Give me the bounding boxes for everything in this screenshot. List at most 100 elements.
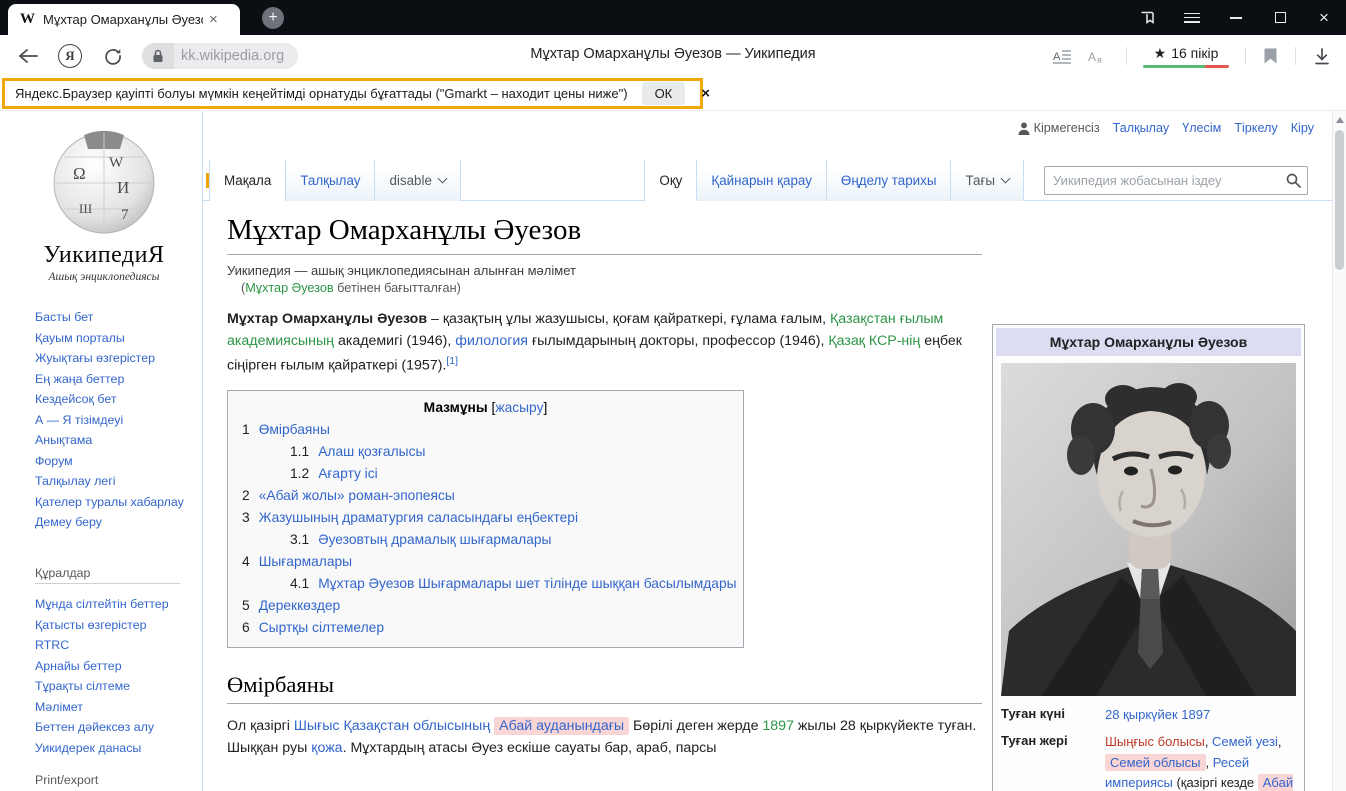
toc-item[interactable]: 6Сыртқы сілтемелер [242, 620, 743, 635]
ok-button[interactable]: ОК [642, 82, 686, 105]
toc-item[interactable]: 4Шығармалары [242, 554, 743, 569]
search-input[interactable] [1053, 173, 1286, 188]
sidebar-link[interactable]: Қатысты өзгерістер [35, 615, 200, 636]
extension-blocked-notification: Яндекс.Браузер қауіпті болуы мүмкін кеңе… [2, 78, 703, 109]
sidebar-link[interactable]: А — Я тізімдеуі [35, 410, 195, 431]
lock-icon[interactable] [142, 43, 174, 69]
link[interactable]: Шығыс Қазақстан облысының [294, 718, 490, 734]
yandex-logo-icon[interactable]: Я [58, 44, 82, 68]
window-controls: × [1126, 0, 1346, 35]
rating-bar [1143, 65, 1229, 68]
sidebar-link[interactable]: Басты бет [35, 307, 195, 328]
page-title-toolbar: Мұхтар Омарханұлы Әуезов — Уикипедия [530, 46, 815, 62]
link[interactable]: жасыру [495, 400, 543, 415]
tab-view-source[interactable]: Қайнарын қарау [696, 160, 826, 201]
sidebar-link[interactable]: Талқылау легі [35, 471, 195, 492]
toc-link[interactable]: «Абай жолы» роман-эпопеясы [259, 488, 455, 503]
toc-link[interactable]: Дереккөздер [259, 598, 341, 613]
link[interactable]: Семей облысы [1105, 754, 1206, 771]
toc-link[interactable]: Әуезовтың драмалық шығармалары [318, 532, 551, 547]
translate-icon[interactable]: Aя [1080, 48, 1116, 64]
browser-tab[interactable]: W Мұхтар Омарханұлы Әуезов × [8, 4, 240, 35]
toc-item[interactable]: 1.1Алаш қозғалысы [290, 444, 743, 459]
link[interactable]: филология [455, 333, 528, 349]
link[interactable]: Абай ауданындағы [494, 717, 629, 735]
link[interactable]: Шыңғыс болысы [1105, 734, 1205, 749]
link[interactable]: Мұхтар Әуезов [245, 281, 333, 295]
scrollbar-up-arrow[interactable] [1336, 117, 1344, 123]
reader-mode-icon[interactable]: A [1045, 48, 1080, 64]
search-icon[interactable] [1286, 173, 1301, 188]
sidebar-link[interactable]: Қателер туралы хабарлау [35, 492, 195, 513]
link[interactable]: 1897 [762, 718, 794, 734]
sidebar-link[interactable]: Демеу беру [35, 512, 195, 533]
sidebar-tools-heading: Құралдар [35, 566, 180, 584]
sidebar-link[interactable]: Форум [35, 451, 195, 472]
section-heading: Өмірбаяны [227, 672, 982, 704]
tab-disable-dropdown[interactable]: disable [374, 160, 460, 201]
toc-item[interactable]: 3 Жазушының драматургия саласындағы еңбек… [242, 510, 743, 525]
toc-item[interactable]: 2«Абай жолы» роман-эпопеясы [242, 488, 743, 503]
tab-more-dropdown[interactable]: Тағы [950, 160, 1024, 201]
link[interactable]: Қазақ КСР-нің [828, 333, 920, 349]
toc-link[interactable]: Жазушының драматургия саласындағы еңбект… [259, 510, 578, 525]
sidebar-link[interactable]: Анықтама [35, 430, 195, 451]
sidebar-link[interactable]: Тұрақты сілтеме [35, 676, 200, 697]
scrollbar[interactable] [1332, 111, 1346, 791]
tabs-panel-icon[interactable] [1126, 0, 1170, 35]
portrait-photo[interactable] [1001, 363, 1296, 696]
sidebar-link[interactable]: Мәлімет [35, 697, 200, 718]
sidebar-link[interactable]: Кездейсоқ бет [35, 389, 195, 410]
toc-number: 3 [242, 510, 250, 525]
new-tab-button[interactable]: + [262, 7, 284, 29]
back-icon[interactable] [18, 48, 38, 64]
sidebar-link[interactable]: Жуықтағы өзгерістер [35, 348, 195, 369]
toc-item[interactable]: 1.2Ағарту ісі [290, 466, 743, 481]
sidebar-link[interactable]: Ең жаңа беттер [35, 369, 195, 390]
tab-talk[interactable]: Талқылау [285, 160, 374, 201]
page-rating[interactable]: ★ 16 пікір [1137, 45, 1235, 68]
personal-link[interactable]: Талқылау [1113, 121, 1170, 135]
sidebar-tools: Мұнда сілтейтін беттерҚатысты өзгерістер… [35, 594, 200, 758]
toc-item[interactable]: 3.1Әуезовтың драмалық шығармалары [290, 532, 743, 547]
toc-link[interactable]: Өмірбаяны [259, 422, 330, 437]
tab-article[interactable]: Мақала [209, 160, 285, 201]
link[interactable]: қожа [311, 740, 342, 756]
tab-history[interactable]: Өңделу тарихы [826, 160, 951, 201]
link[interactable]: 28 қыркүйек 1897 [1105, 707, 1210, 722]
notification-close-icon[interactable]: × [701, 86, 710, 101]
sidebar-print-heading: Print/export [35, 773, 180, 790]
toc-link[interactable]: Мұхтар Әуезов Шығармалары шет тілінде шы… [318, 576, 736, 591]
menu-icon[interactable] [1170, 0, 1214, 35]
personal-link[interactable]: Кіру [1291, 121, 1314, 135]
maximize-icon[interactable] [1258, 0, 1302, 35]
sidebar-link[interactable]: Арнайы беттер [35, 656, 200, 677]
sidebar-link[interactable]: RTRC [35, 635, 200, 656]
toc-link[interactable]: Ағарту ісі [318, 466, 378, 481]
sidebar-link[interactable]: Қауым порталы [35, 328, 195, 349]
link[interactable]: Семей уезі [1212, 734, 1278, 749]
tab-close-icon[interactable]: × [209, 12, 218, 27]
sidebar-link[interactable]: Уикидерек данасы [35, 738, 200, 759]
download-icon[interactable] [1306, 48, 1346, 65]
text-segment: Мұхтар Омарханұлы Әуезов [227, 311, 427, 327]
link[interactable]: [1] [446, 355, 458, 367]
toc-link[interactable]: Сыртқы сілтемелер [259, 620, 384, 635]
toc-item[interactable]: 1Өмірбаяны [242, 422, 743, 437]
scrollbar-thumb[interactable] [1335, 130, 1344, 270]
minimize-icon[interactable] [1214, 0, 1258, 35]
reload-icon[interactable] [104, 47, 122, 65]
wikipedia-logo[interactable]: Ω W И 7 Ш УикипедиЯ Ашық энциклопедиясы [36, 127, 172, 283]
toc-item[interactable]: 4.1Мұхтар Әуезов Шығармалары шет тілінде… [290, 576, 743, 591]
close-icon[interactable]: × [1302, 0, 1346, 35]
sidebar-link[interactable]: Беттен дәйексөз алу [35, 717, 200, 738]
toc-link[interactable]: Алаш қозғалысы [318, 444, 425, 459]
tab-read[interactable]: Оқу [644, 160, 696, 201]
toc-item[interactable]: 5Дереккөздер [242, 598, 743, 613]
personal-link[interactable]: Тіркелу [1234, 121, 1277, 135]
sidebar-link[interactable]: Мұнда сілтейтін беттер [35, 594, 200, 615]
toc-link[interactable]: Шығармалары [259, 554, 352, 569]
personal-link[interactable]: Үлесім [1182, 121, 1221, 135]
bookmark-icon[interactable] [1256, 48, 1285, 64]
address-bar[interactable]: kk.wikipedia.org [142, 43, 298, 69]
